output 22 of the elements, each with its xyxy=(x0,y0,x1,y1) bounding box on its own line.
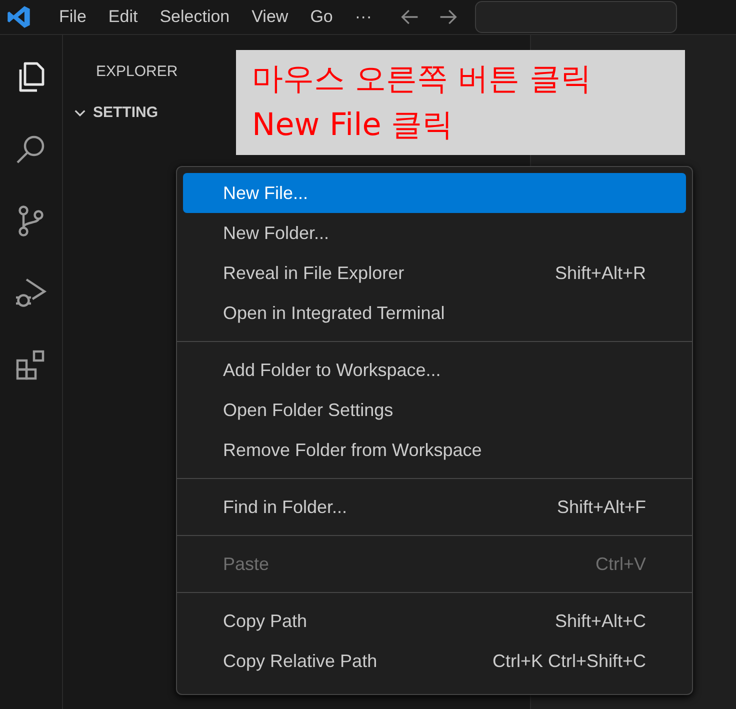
menu-option[interactable]: Copy Relative Path Ctrl+K Ctrl+Shift+C xyxy=(183,641,686,681)
menu-option[interactable]: Add Folder to Workspace... xyxy=(183,350,686,390)
annotation-text: New File 클릭 xyxy=(252,106,454,145)
command-center-field[interactable] xyxy=(474,1,677,33)
menu-option[interactable]: Reveal in File Explorer Shift+Alt+R xyxy=(183,253,686,293)
menu-item[interactable]: View xyxy=(240,7,300,27)
menu-item[interactable]: ··· xyxy=(344,7,383,27)
menu-option[interactable]: Open in Integrated Terminal xyxy=(183,293,686,333)
menu-option[interactable]: Remove Folder from Workspace xyxy=(183,430,686,470)
menu-option[interactable]: New Folder... xyxy=(183,213,686,253)
menu-item[interactable]: File xyxy=(48,7,98,27)
explorer-title: EXPLORER xyxy=(96,63,178,80)
folder-header[interactable]: SETTING xyxy=(73,104,158,121)
menu-item[interactable]: Go xyxy=(299,7,344,27)
menu-option[interactable]: Open Folder Settings xyxy=(183,390,686,430)
menu-item[interactable]: Selection xyxy=(148,7,241,27)
logo-icon xyxy=(6,4,32,30)
annotation-text: 마우스 오른쪽 버튼 클릭 xyxy=(252,60,593,99)
menu-option[interactable]: New File... xyxy=(183,173,686,213)
menu-option[interactable]: Copy Path Shift+Alt+C xyxy=(183,601,686,641)
menu-item[interactable]: Edit xyxy=(97,7,149,27)
menu-option[interactable]: Find in Folder... Shift+Alt+F xyxy=(183,487,686,527)
